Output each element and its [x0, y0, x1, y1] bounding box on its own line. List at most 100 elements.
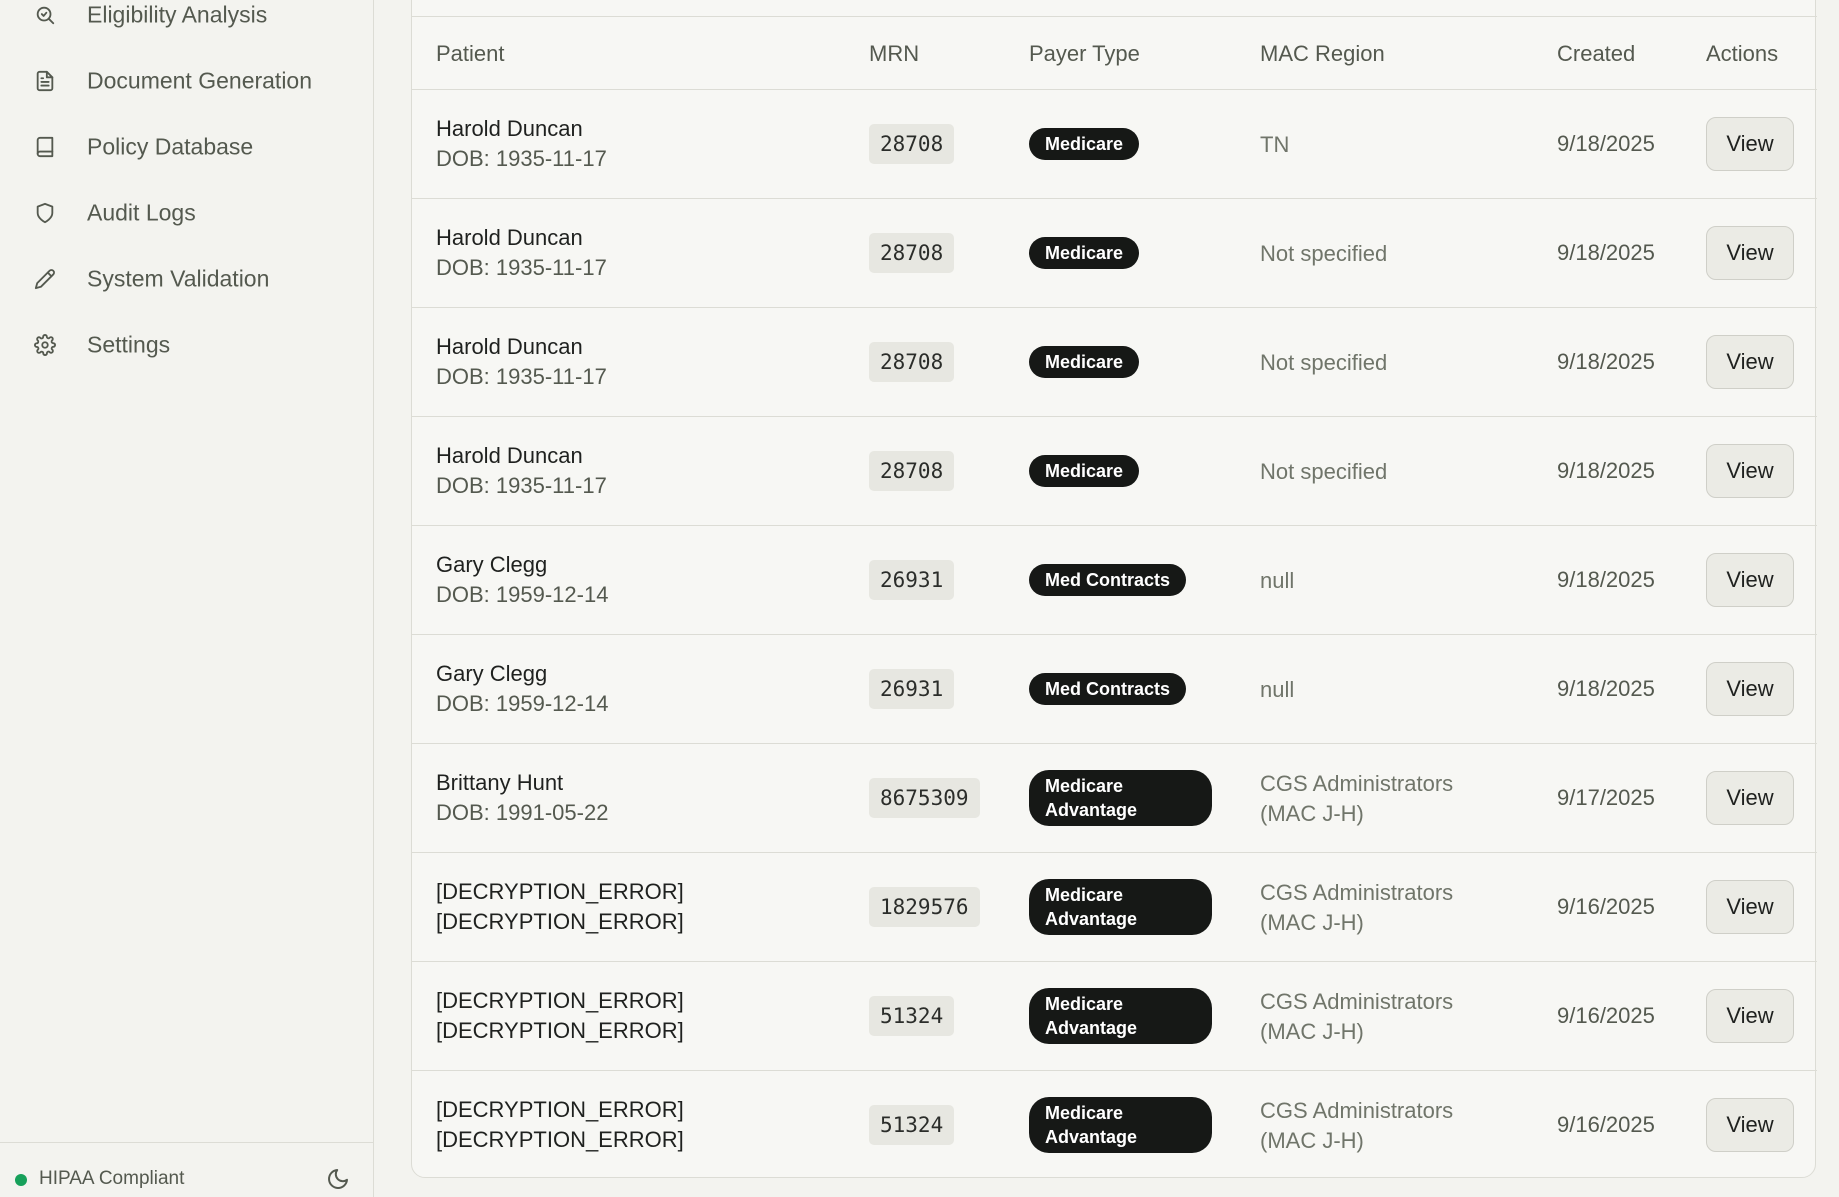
mac-region: CGS Administrators (MAC J-H) [1260, 1098, 1454, 1153]
patient-dob: DOB: 1935-11-17 [436, 146, 607, 171]
column-header-actions: Actions [1706, 41, 1779, 66]
patient-dob: DOB: 1935-11-17 [436, 473, 607, 498]
table-row: Harold Duncan DOB: 1935-11-17 28708 Medicar… [412, 199, 1817, 308]
created-date: 9/16/2025 [1557, 1003, 1655, 1028]
patient-dob: DOB: 1959-12-14 [436, 582, 609, 607]
column-header-mac-region: MAC Region [1260, 41, 1385, 66]
hipaa-status-text: HIPAA Compliant [39, 1168, 185, 1189]
mac-region: Not specified [1260, 459, 1388, 484]
payer-type-badge: Medicare [1029, 346, 1140, 378]
patient-name: [DECRYPTION_ERROR] [436, 988, 684, 1013]
column-header-created: Created [1557, 41, 1636, 66]
patient-dob: DOB: 1935-11-17 [436, 255, 607, 280]
sidebar-item-label: Audit Logs [87, 199, 196, 226]
patient-name: Harold Duncan [436, 443, 583, 468]
book-icon [33, 135, 57, 159]
created-date: 9/17/2025 [1557, 785, 1655, 810]
view-button[interactable]: View [1706, 117, 1794, 171]
patient-name: Harold Duncan [436, 116, 583, 141]
created-date: 9/18/2025 [1557, 458, 1655, 483]
mrn-badge: 51324 [869, 1105, 955, 1145]
mac-region: CGS Administrators (MAC J-H) [1260, 880, 1454, 935]
view-button[interactable]: View [1706, 1098, 1794, 1152]
created-date: 9/18/2025 [1557, 567, 1655, 592]
mac-region: null [1260, 677, 1295, 702]
patient-name: [DECRYPTION_ERROR] [436, 1097, 684, 1122]
view-button[interactable]: View [1706, 989, 1794, 1043]
payer-type-badge: Medicare [1029, 237, 1140, 269]
column-header-payer-type: Payer Type [1029, 41, 1140, 66]
mrn-badge: 51324 [869, 996, 955, 1036]
document-icon [33, 69, 57, 93]
view-button[interactable]: View [1706, 771, 1794, 825]
sidebar-footer: HIPAA Compliant [0, 1142, 374, 1197]
mac-region: TN [1260, 132, 1290, 157]
sidebar-item-system-validation[interactable]: System Validation [0, 251, 374, 307]
table-row: [DECRYPTION_ERROR] [DECRYPTION_ERROR] 1829… [412, 853, 1817, 962]
patient-dob: DOB: 1991-05-22 [436, 800, 609, 825]
gear-icon [33, 333, 57, 357]
table-row: Harold Duncan DOB: 1935-11-17 28708 Medicar… [412, 308, 1817, 417]
patient-dob: [DECRYPTION_ERROR] [436, 909, 684, 934]
sidebar-item-label: Document Generation [87, 67, 313, 94]
sidebar-item-label: Policy Database [87, 133, 254, 160]
sidebar-item-settings[interactable]: Settings [0, 317, 374, 373]
table-header: Patient MRN Payer Type MAC Region Create… [412, 16, 1817, 90]
created-date: 9/18/2025 [1557, 349, 1655, 374]
status-indicator-dot [15, 1174, 27, 1186]
mrn-badge: 28708 [869, 451, 955, 491]
table-row: Gary Clegg DOB: 1959-12-14 26931 Med Contra… [412, 635, 1817, 744]
mrn-badge: 1829576 [869, 887, 980, 927]
view-button[interactable]: View [1706, 553, 1794, 607]
mac-region: CGS Administrators (MAC J-H) [1260, 989, 1454, 1044]
patient-dob: [DECRYPTION_ERROR] [436, 1127, 684, 1152]
payer-type-badge: Medicare Advantage [1029, 1097, 1212, 1153]
sidebar-item-policy-database[interactable]: Policy Database [0, 119, 374, 175]
patient-name: Brittany Hunt [436, 770, 564, 795]
patient-dob: DOB: 1959-12-14 [436, 691, 609, 716]
payer-type-badge: Medicare [1029, 455, 1140, 487]
payer-type-badge: Medicare [1029, 128, 1140, 160]
created-date: 9/18/2025 [1557, 676, 1655, 701]
sidebar-item-eligibility-analysis[interactable]: Eligibility Analysis [0, 0, 374, 43]
patient-dob: [DECRYPTION_ERROR] [436, 1018, 684, 1043]
sidebar-item-label: Eligibility Analysis [87, 1, 268, 28]
view-button[interactable]: View [1706, 444, 1794, 498]
mrn-badge: 28708 [869, 124, 955, 164]
view-button[interactable]: View [1706, 335, 1794, 389]
mac-region: CGS Administrators (MAC J-H) [1260, 771, 1454, 826]
mrn-badge: 8675309 [869, 778, 980, 818]
table-row: Harold Duncan DOB: 1935-11-17 28708 Medicar… [412, 90, 1817, 199]
mrn-badge: 28708 [869, 342, 955, 382]
mac-region: null [1260, 568, 1295, 593]
payer-type-badge: Medicare Advantage [1029, 988, 1212, 1044]
view-button[interactable]: View [1706, 880, 1794, 934]
created-date: 9/18/2025 [1557, 131, 1655, 156]
mac-region: Not specified [1260, 350, 1388, 375]
mrn-badge: 26931 [869, 669, 955, 709]
sidebar-item-audit-logs[interactable]: Audit Logs [0, 185, 374, 241]
patient-name: [DECRYPTION_ERROR] [436, 879, 684, 904]
mac-region: Not specified [1260, 241, 1388, 266]
patient-dob: DOB: 1935-11-17 [436, 364, 607, 389]
pencil-icon [33, 267, 57, 291]
patient-name: Harold Duncan [436, 225, 583, 250]
created-date: 9/16/2025 [1557, 1112, 1655, 1137]
sidebar: Eligibility Analysis Document Generation… [0, 0, 374, 1197]
main-content: Patient MRN Payer Type MAC Region Create… [375, 0, 1839, 1197]
moon-icon[interactable] [326, 1167, 350, 1191]
sidebar-item-label: Settings [87, 331, 171, 358]
view-button[interactable]: View [1706, 662, 1794, 716]
table-row: Brittany Hunt DOB: 1991-05-22 8675309 Medic… [412, 744, 1817, 853]
search-check-icon [33, 3, 57, 27]
payer-type-badge: Med Contracts [1029, 564, 1187, 596]
view-button[interactable]: View [1706, 226, 1794, 280]
payer-type-badge: Medicare Advantage [1029, 770, 1212, 826]
sidebar-item-label: System Validation [87, 265, 270, 292]
table-row: [DECRYPTION_ERROR] [DECRYPTION_ERROR] 5132… [412, 962, 1817, 1071]
sidebar-item-document-generation[interactable]: Document Generation [0, 53, 374, 109]
shield-icon [33, 201, 57, 225]
table-row: [DECRYPTION_ERROR] [DECRYPTION_ERROR] 5132… [412, 1071, 1817, 1180]
table-row: Gary Clegg DOB: 1959-12-14 26931 Med Contra… [412, 526, 1817, 635]
payer-type-badge: Medicare Advantage [1029, 879, 1212, 935]
